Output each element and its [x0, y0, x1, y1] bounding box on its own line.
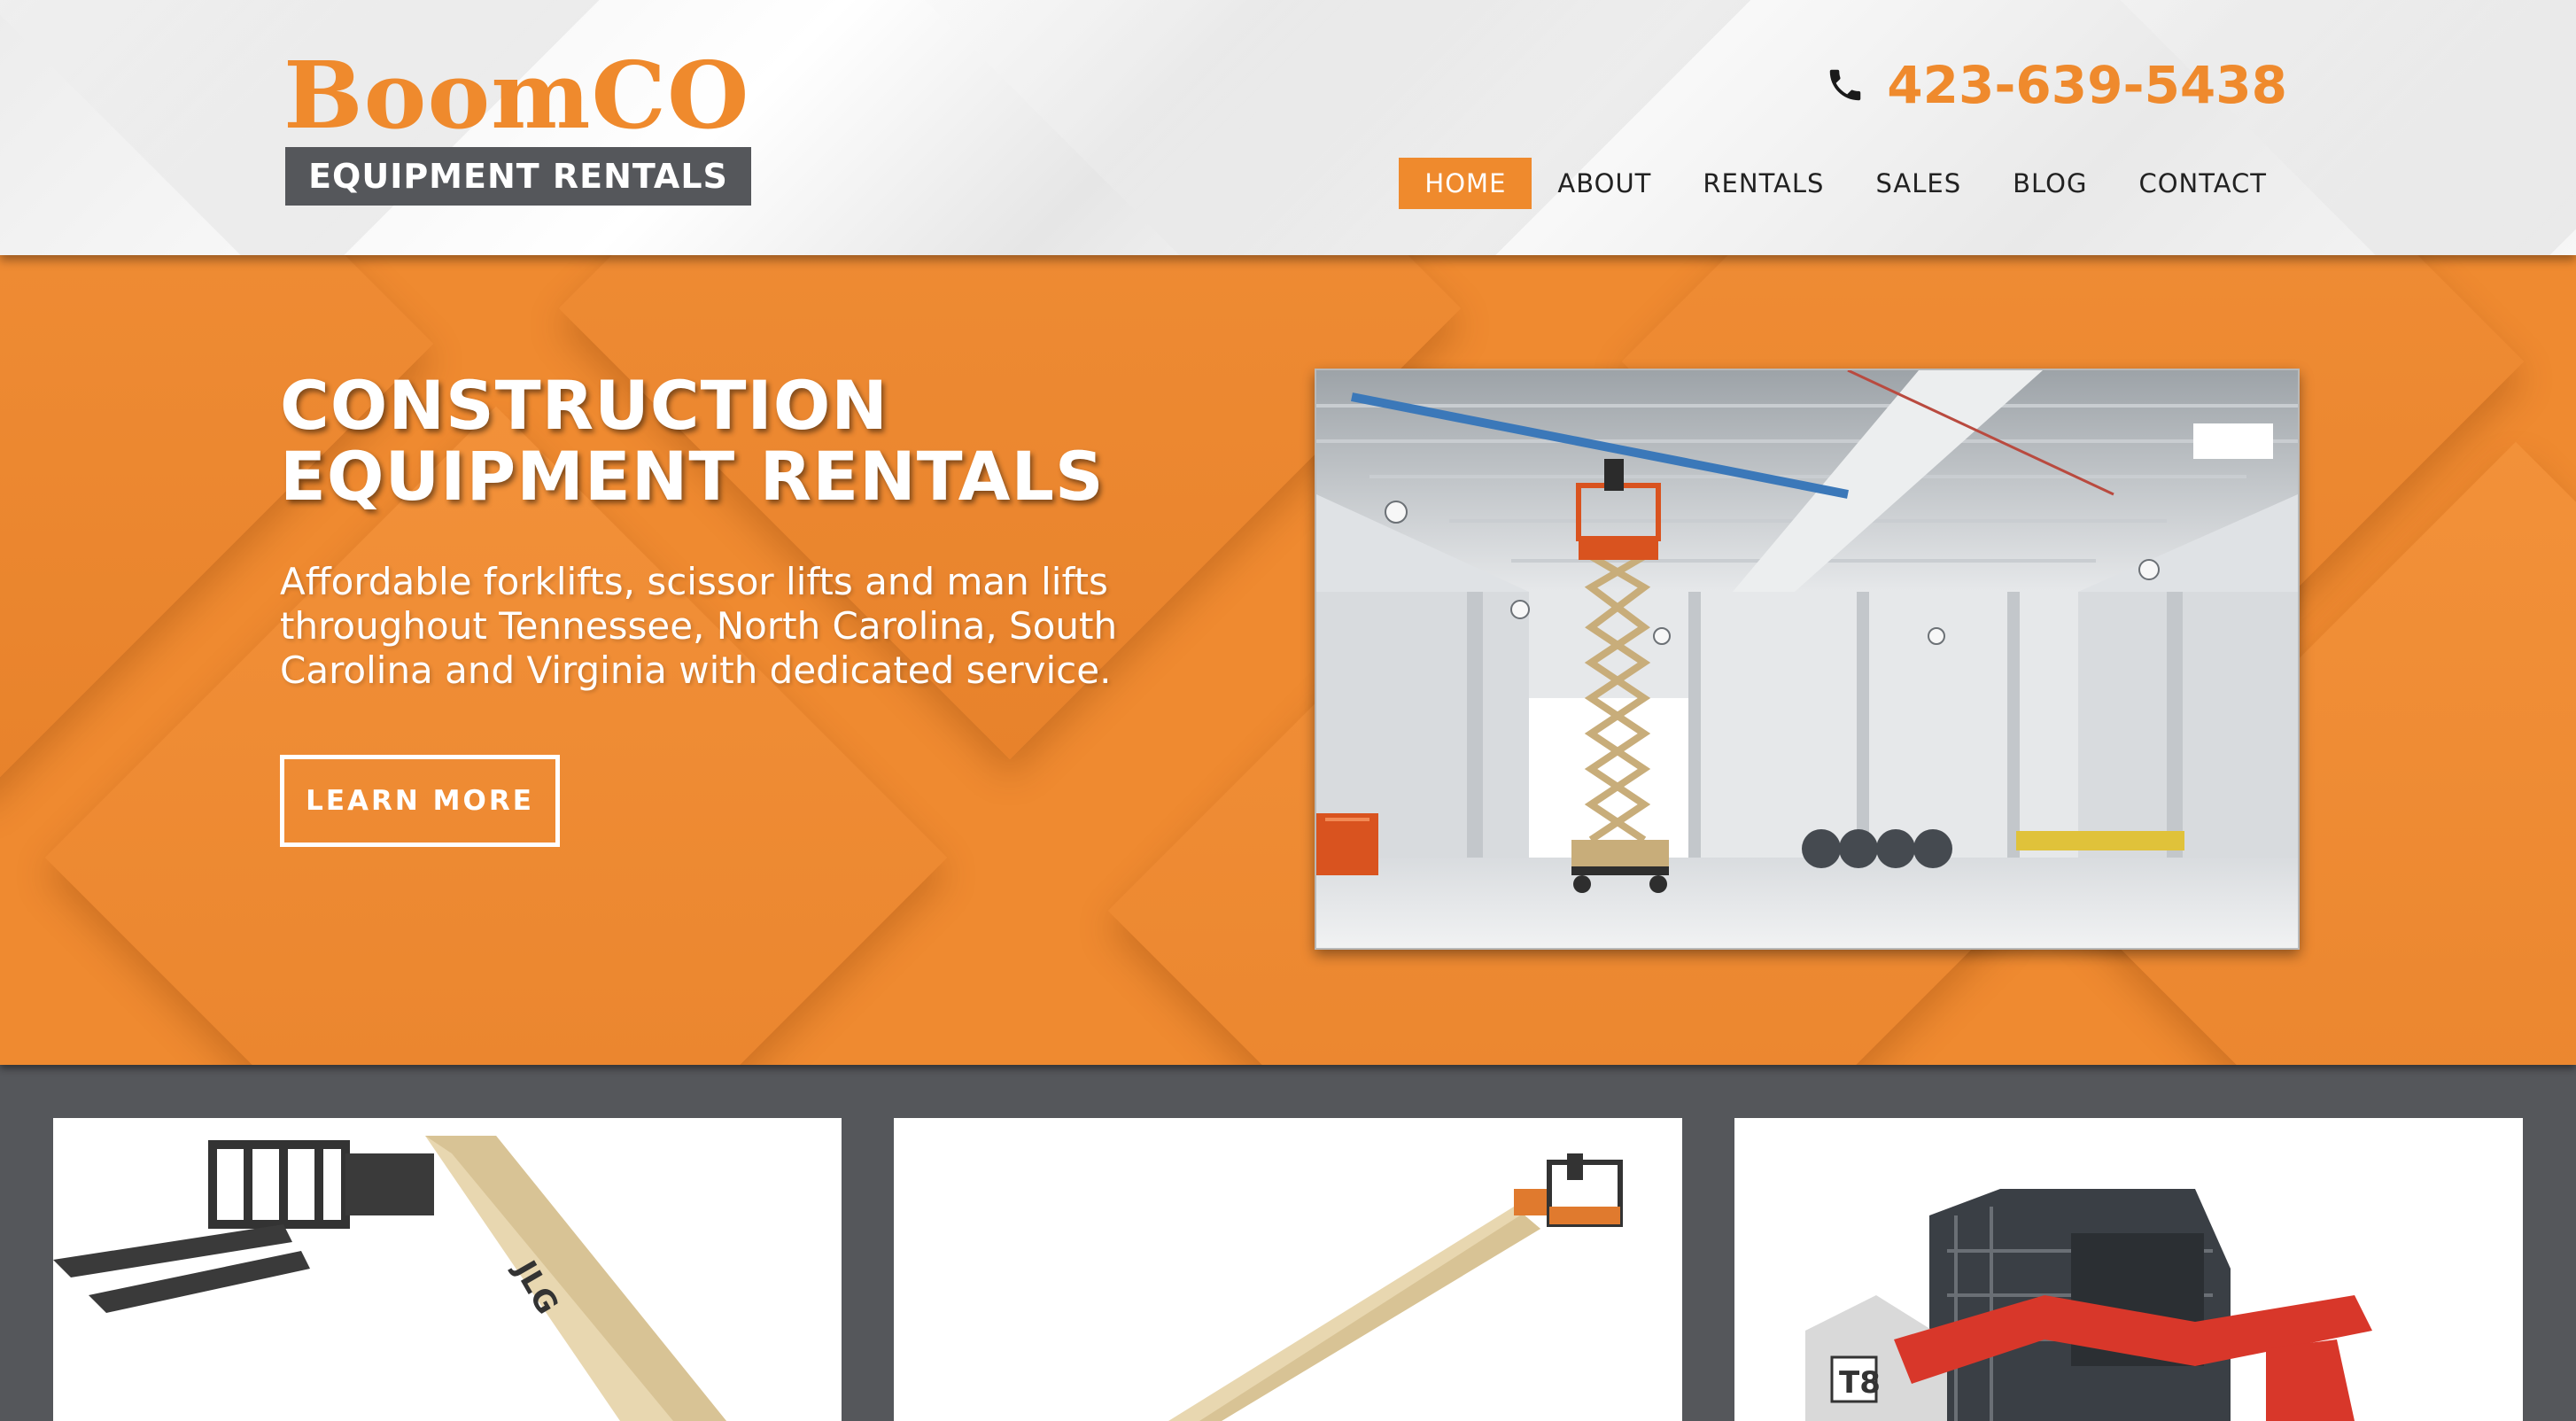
hero-title-line: CONSTRUCTION — [280, 366, 888, 445]
nav-sales[interactable]: SALES — [1850, 158, 1987, 209]
header-background-facet — [773, 0, 1902, 255]
main-nav: HOME ABOUT RENTALS SALES BLOG CONTACT — [1399, 158, 2293, 209]
equipment-cards: JLG T8 — [0, 1065, 2576, 1421]
nav-about[interactable]: ABOUT — [1532, 158, 1677, 209]
site-header: BoomCO EQUIPMENT RENTALS 423-639-5438 HO… — [0, 0, 2576, 255]
hero-photo — [1315, 369, 2300, 950]
nav-home[interactable]: HOME — [1399, 158, 1532, 209]
header-phone[interactable]: 423-639-5438 — [1825, 53, 2287, 117]
t8-marking: T8 — [1839, 1365, 1881, 1401]
header-background-facet — [1898, 0, 2576, 255]
nav-contact[interactable]: CONTACT — [2113, 158, 2293, 209]
learn-more-button[interactable]: LEARN MORE — [280, 755, 560, 847]
logo-tagline: EQUIPMENT RENTALS — [285, 147, 751, 206]
nav-blog[interactable]: BLOG — [1987, 158, 2113, 209]
phone-number[interactable]: 423-639-5438 — [1887, 53, 2287, 117]
hero-title: CONSTRUCTION EQUIPMENT RENTALS — [280, 370, 1166, 512]
equipment-card-track-loader[interactable]: T8 — [1734, 1118, 2523, 1421]
logo-wordmark: BoomCO — [283, 41, 750, 150]
boom-lift-image — [894, 1118, 1682, 1421]
hero-description: Affordable forklifts, scissor lifts and … — [280, 560, 1118, 692]
telehandler-image: JLG — [53, 1118, 842, 1421]
hero-title-line: EQUIPMENT RENTALS — [280, 437, 1105, 516]
equipment-card-boom-lift[interactable] — [894, 1118, 1682, 1421]
track-loader-image: T8 — [1734, 1118, 2523, 1421]
equipment-card-telehandler[interactable]: JLG — [53, 1118, 842, 1421]
hero-section: CONSTRUCTION EQUIPMENT RENTALS Affordabl… — [0, 255, 2576, 1065]
hero-text: CONSTRUCTION EQUIPMENT RENTALS Affordabl… — [280, 370, 1166, 693]
site-logo[interactable]: BoomCO EQUIPMENT RENTALS — [283, 50, 753, 206]
nav-rentals[interactable]: RENTALS — [1677, 158, 1850, 209]
scissor-lift-warehouse-image — [1316, 370, 2298, 948]
phone-icon — [1830, 69, 1861, 101]
